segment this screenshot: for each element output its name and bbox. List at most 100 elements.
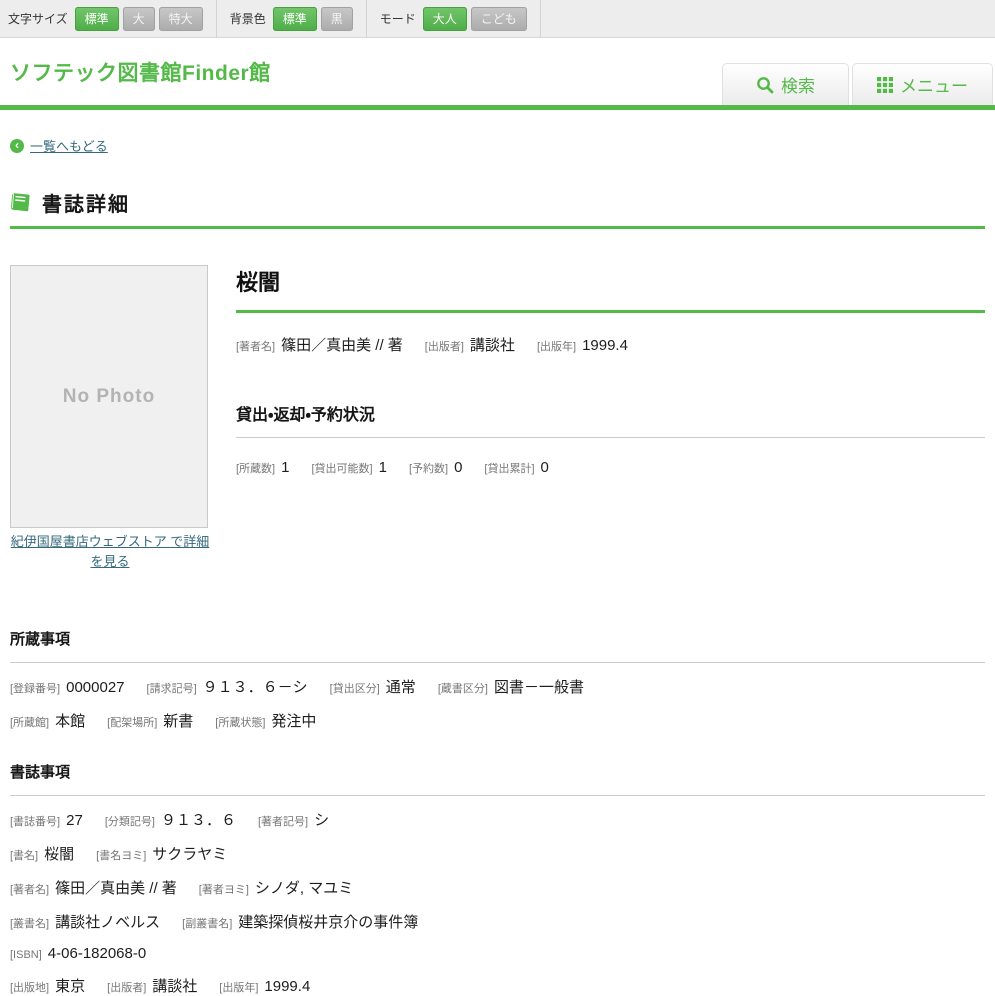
background-color-label: 背景色 xyxy=(230,10,266,27)
field-row: [書名]桜闇 [書名ヨミ]サクラヤミ xyxy=(10,843,985,864)
holding-section: 所蔵事項 [登録番号]0000027[請求記号]９１３．６－シ[貸出区分]通常[… xyxy=(10,628,985,731)
field-label: [所蔵館] xyxy=(10,714,49,730)
field: [所蔵館] 本館 xyxy=(10,710,85,731)
field-value: 講談社ノベルス xyxy=(55,911,160,932)
field: [著者名]篠田／真由美 // 著 xyxy=(236,334,403,355)
field: [著者記号] シ xyxy=(258,809,329,830)
field-value: 本館 xyxy=(55,710,85,731)
lending-status-fields: [所蔵数]1[貸出可能数]1[予約数]0[貸出累計]0 xyxy=(236,459,985,476)
background-color-group: 背景色 標準黒 xyxy=(230,10,357,28)
field: [出版年] 1999.4 xyxy=(219,978,310,995)
field-row: [叢書名]講談社ノベルス[副叢書名]建築探偵桜井京介の事件簿 xyxy=(10,911,985,932)
field-row: [著者名]篠田／真由美 // 著[著者ヨミ]シノダ, マユミ xyxy=(10,877,985,898)
field-value: シノダ, マユミ xyxy=(255,877,353,898)
field: [著者ヨミ] シノダ, マユミ xyxy=(199,877,353,898)
field-value: シ xyxy=(314,809,329,830)
field-label: [分類記号] xyxy=(105,813,155,829)
field-value: 0 xyxy=(454,459,462,476)
field-label: [登録番号] xyxy=(10,680,60,696)
field-label: [著者記号] xyxy=(258,813,308,829)
field-label: [貸出区分] xyxy=(330,680,380,696)
toolbar-divider xyxy=(540,0,541,38)
back-to-list-link[interactable]: 一覧へもどる xyxy=(30,136,108,155)
toolbar-divider xyxy=(216,0,217,38)
field-label: [出版者] xyxy=(107,979,146,995)
lending-status-heading: 貸出・返却・予約状況 xyxy=(236,401,985,438)
background-color-option-button[interactable]: 標準 xyxy=(273,7,317,31)
field-value: 0 xyxy=(541,459,549,476)
cover-column: No Photo 紀伊国屋書店ウェブストア で詳細を見る xyxy=(10,265,210,572)
font-size-option-button[interactable]: 特大 xyxy=(159,7,203,31)
page-title: 書誌詳細 xyxy=(42,188,130,217)
field-label: [貸出累計] xyxy=(484,460,534,476)
site-header: ソフテック図書館Finder館 検索 メニュー xyxy=(0,38,995,105)
background-color-option-button[interactable]: 黒 xyxy=(321,7,353,31)
field: [叢書名]講談社ノベルス xyxy=(10,911,160,932)
holding-section-heading: 所蔵事項 xyxy=(10,628,985,663)
field-value: 発注中 xyxy=(271,710,316,731)
search-button[interactable]: 検索 xyxy=(722,63,849,105)
field-label: [書誌番号] xyxy=(10,813,60,829)
page-heading-rule xyxy=(10,226,985,229)
field: [ISBN]4-06-182068-0 xyxy=(10,945,146,962)
field-label: [出版年] xyxy=(219,979,258,995)
field-value: 1 xyxy=(379,459,387,476)
menu-grid-icon xyxy=(877,77,893,93)
field-row: [所蔵館] 本館 [配架場所]新書 [所蔵状態]発注中 xyxy=(10,710,985,731)
field: [分類記号] ９１３．６ xyxy=(105,809,236,830)
book-title: 桜闇 xyxy=(236,265,985,313)
field-label: [貸出可能数] xyxy=(311,460,372,476)
field: [登録番号] 0000027 xyxy=(10,679,125,696)
field: [出版者] 講談社 xyxy=(425,334,515,355)
field-label: [書名] xyxy=(10,847,38,863)
field: [貸出区分]通常 xyxy=(330,676,416,697)
header-accent-bar xyxy=(0,105,995,110)
field-label: [出版者] xyxy=(425,338,464,354)
field-label: [蔵書区分] xyxy=(438,680,488,696)
field: [書名ヨミ]サクラヤミ xyxy=(96,843,227,864)
breadcrumb: ‹ 一覧へもどる xyxy=(10,136,985,155)
biblio-rows: [書誌番号] 27 [分類記号] ９１３．６ [著者記号] シ [書名]桜闇 [書名ヨミ]サク… xyxy=(10,809,985,996)
book-summary-fields: [著者名]篠田／真由美 // 著 [出版者] 講談社 [出版年]1999.4 xyxy=(236,334,985,355)
mode-group: モード 大人こども xyxy=(380,10,531,28)
menu-button[interactable]: メニュー xyxy=(852,63,993,105)
field-value: 講談社 xyxy=(470,334,515,355)
field-value: 篠田／真由美 // 著 xyxy=(281,334,403,355)
field: [書誌番号] 27 xyxy=(10,812,83,829)
field-row: [ISBN]4-06-182068-0 xyxy=(10,945,985,962)
field-value: ９１３．６ xyxy=(161,809,236,830)
font-size-option-button[interactable]: 大 xyxy=(123,7,155,31)
field-value: 講談社 xyxy=(152,975,197,996)
field-label: [著者名] xyxy=(10,881,49,897)
field-value: 0000027 xyxy=(66,679,124,696)
book-icon xyxy=(10,192,31,213)
field-value: 建築探偵桜井京介の事件簿 xyxy=(238,911,418,932)
field: [所蔵状態]発注中 xyxy=(215,710,316,731)
field: [出版年]1999.4 xyxy=(537,337,628,354)
font-size-group: 文字サイズ 標準大特大 xyxy=(8,10,207,28)
biblio-section: 書誌事項 [書誌番号]27[分類記号]９１３．６[著者記号]シ[書名]桜闇[書名… xyxy=(10,761,985,996)
mode-option-button[interactable]: 大人 xyxy=(423,7,467,31)
page-heading-row: 書誌詳細 xyxy=(10,188,985,217)
field-row: [出版地]東京 [出版者] 講談社 [出版年] 1999.4 xyxy=(10,975,985,996)
field-label: [予約数] xyxy=(409,460,448,476)
field-label: [出版地] xyxy=(10,979,49,995)
field-value: 4-06-182068-0 xyxy=(48,945,146,962)
detail-column: 桜闇 [著者名]篠田／真由美 // 著 [出版者] 講談社 [出版年]1999.4 貸… xyxy=(236,265,985,476)
field-value: 新書 xyxy=(163,710,193,731)
field: [配架場所]新書 xyxy=(107,710,193,731)
field-value: 1 xyxy=(281,459,289,476)
menu-button-label: メニュー xyxy=(900,72,968,97)
kinokuniya-store-link[interactable]: 紀伊国屋書店ウェブストア で詳細を見る xyxy=(10,532,210,572)
field-value: 1999.4 xyxy=(264,978,310,995)
mode-label: モード xyxy=(380,10,416,27)
field-value: 27 xyxy=(66,812,83,829)
no-photo-text: No Photo xyxy=(63,386,155,408)
field: [出版地]東京 xyxy=(10,975,85,996)
field: [書名]桜闇 xyxy=(10,843,74,864)
field-value: サクラヤミ xyxy=(152,843,227,864)
field-value: 1999.4 xyxy=(582,337,628,354)
mode-option-button[interactable]: こども xyxy=(471,7,527,31)
field-label: [著者ヨミ] xyxy=(199,881,249,897)
font-size-option-button[interactable]: 標準 xyxy=(75,7,119,31)
